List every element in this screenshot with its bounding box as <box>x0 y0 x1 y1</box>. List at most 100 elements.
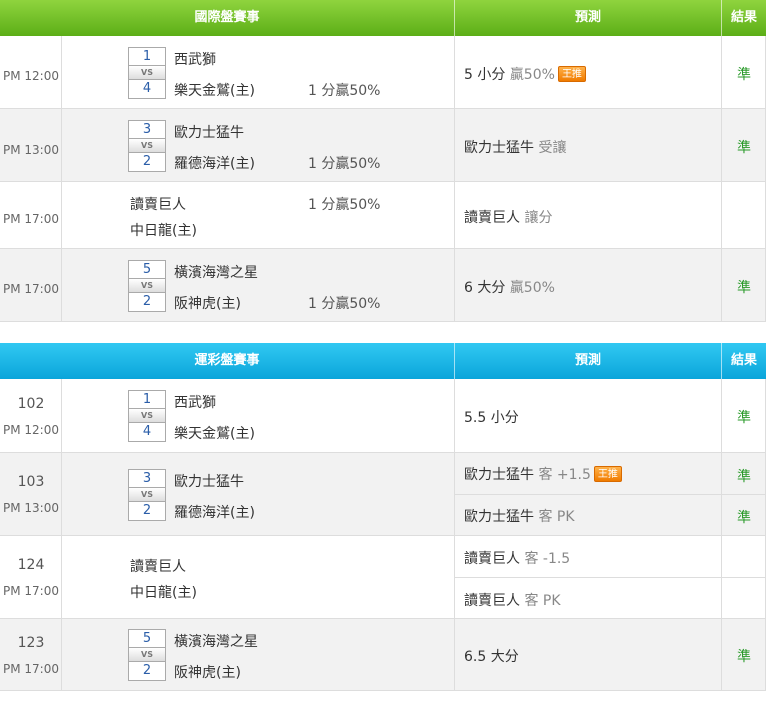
vs-label: VS <box>129 279 165 293</box>
vs-label: VS <box>129 488 165 502</box>
prediction: 讀賣巨人 讓分 <box>464 207 552 227</box>
prediction-detail: 客 PK <box>524 593 561 609</box>
top-pick-badge: 王推 <box>593 466 622 482</box>
prediction-pick: 讀賣巨人 <box>464 210 520 226</box>
result-mark: 準 <box>737 67 751 83</box>
prediction-detail: 受讓 <box>538 140 567 156</box>
table-row: 102 PM 12:00 1 VS 4 西武獅 樂天金鷲(主) 5.5 小分 準 <box>0 379 766 453</box>
away-team: 讀賣巨人 <box>130 559 186 575</box>
header-prediction: 預測 <box>455 343 722 379</box>
game-number: 103 <box>17 474 45 490</box>
home-team: 樂天金鷲(主) <box>174 83 255 99</box>
prediction-pick: 6.5 大分 <box>464 649 519 665</box>
away-score: 5 <box>129 630 165 648</box>
game-time: PM 17:00 <box>3 584 59 598</box>
top-pick-badge: 王推 <box>557 66 586 82</box>
prediction: 6 大分 贏50% <box>464 277 555 297</box>
prediction-pick: 5 小分 <box>464 67 506 83</box>
home-score: 2 <box>142 294 152 309</box>
home-team: 阪神虎(主) <box>174 296 241 312</box>
handicap-odds: 1 分贏50% <box>308 83 381 99</box>
prediction: 5.5 小分 <box>464 407 519 427</box>
score-box: 1 VS 4 <box>128 390 166 442</box>
game-number: 102 <box>17 396 45 412</box>
prediction-pick: 歐力士猛牛 <box>464 467 534 483</box>
score-box: 1 VS 4 <box>128 47 166 99</box>
divider <box>455 577 766 578</box>
game-time: PM 12:00 <box>3 69 59 83</box>
away-team: 橫濱海灣之星 <box>174 634 258 650</box>
handicap-odds: 1 分贏50% <box>308 197 381 213</box>
header-game: 國際盤賽事 <box>0 0 455 36</box>
vs-label: VS <box>129 648 165 662</box>
away-team: 歐力士猛牛 <box>174 474 244 490</box>
away-score: 5 <box>129 261 165 279</box>
game-number: 123 <box>17 635 45 651</box>
table-row: 103 PM 13:00 3 VS 2 歐力士猛牛 羅德海洋(主) 歐力士猛牛 … <box>0 453 766 536</box>
result-mark: 準 <box>737 280 751 296</box>
game-time: PM 13:00 <box>3 501 59 515</box>
table-row: PM 17:00 5 VS 2 橫濱海灣之星 阪神虎(主) 1 分贏50% 6 … <box>0 249 766 322</box>
international-table-header: 國際盤賽事 預測 結果 <box>0 0 766 36</box>
home-team: 阪神虎(主) <box>174 665 241 681</box>
home-score: 2 <box>142 503 152 518</box>
away-score: 3 <box>129 121 165 139</box>
divider <box>455 494 766 495</box>
away-team: 歐力士猛牛 <box>174 125 244 141</box>
header-result: 結果 <box>730 10 757 25</box>
result-mark: 準 <box>737 140 751 156</box>
prediction-detail: 客 +1.5 <box>538 467 591 483</box>
away-team: 西武獅 <box>174 395 216 411</box>
table-row: 123 PM 17:00 5 VS 2 橫濱海灣之星 阪神虎(主) 6.5 大分… <box>0 619 766 691</box>
prediction-detail: 客 -1.5 <box>524 551 571 567</box>
international-games-table: 國際盤賽事 預測 結果 PM 12:00 1 VS 4 西武獅 樂天金鷲(主) … <box>0 0 766 322</box>
home-score: 4 <box>142 424 152 439</box>
away-score: 3 <box>129 470 165 488</box>
home-team: 中日龍(主) <box>130 223 197 239</box>
prediction: 5 小分 贏50% 王推 <box>464 64 586 84</box>
prediction-detail: 贏50% <box>509 280 555 296</box>
vs-label: VS <box>129 139 165 153</box>
away-team: 讀賣巨人 <box>130 197 186 213</box>
result-mark: 準 <box>737 410 751 426</box>
home-score: 2 <box>142 663 152 678</box>
game-time: PM 12:00 <box>3 423 59 437</box>
prediction-pick: 歐力士猛牛 <box>464 140 534 156</box>
score-box: 3 VS 2 <box>128 469 166 521</box>
prediction-pick: 5.5 小分 <box>464 410 519 426</box>
handicap-odds: 1 分贏50% <box>308 156 381 172</box>
result-mark: 準 <box>737 649 751 665</box>
vs-label: VS <box>129 66 165 80</box>
score-box: 5 VS 2 <box>128 260 166 312</box>
home-score: 4 <box>142 81 152 96</box>
home-team: 樂天金鷲(主) <box>174 426 255 442</box>
prediction-detail: 客 PK <box>538 509 575 525</box>
header-prediction: 預測 <box>455 0 722 36</box>
home-team: 中日龍(主) <box>130 585 197 601</box>
prediction-detail: 讓分 <box>524 210 553 226</box>
prediction: 歐力士猛牛 受讓 <box>464 137 566 157</box>
vs-label: VS <box>129 409 165 423</box>
prediction-pick: 讀賣巨人 <box>464 551 520 567</box>
prediction-pick: 6 大分 <box>464 280 506 296</box>
result-mark: 準 <box>737 469 751 485</box>
header-result: 結果 <box>730 353 757 368</box>
table-row: 124 PM 17:00 讀賣巨人 中日龍(主) 讀賣巨人 客 -1.5 讀賣巨… <box>0 536 766 619</box>
prediction-pick: 讀賣巨人 <box>464 593 520 609</box>
away-score: 1 <box>129 48 165 66</box>
prediction-detail: 贏50% <box>509 67 555 83</box>
away-team: 西武獅 <box>174 52 216 68</box>
game-time: PM 17:00 <box>3 282 59 296</box>
score-box: 5 VS 2 <box>128 629 166 681</box>
home-team: 羅德海洋(主) <box>174 156 255 172</box>
table-row: PM 12:00 1 VS 4 西武獅 樂天金鷲(主) 1 分贏50% 5 小分… <box>0 36 766 109</box>
prediction: 6.5 大分 <box>464 646 519 666</box>
home-score: 2 <box>142 154 152 169</box>
game-time: PM 13:00 <box>3 143 59 157</box>
table-row: PM 17:00 讀賣巨人 中日龍(主) 1 分贏50% 讀賣巨人 讓分 <box>0 182 766 249</box>
prediction: 歐力士猛牛 客 PK <box>464 506 575 526</box>
prediction-pick: 歐力士猛牛 <box>464 509 534 525</box>
game-time: PM 17:00 <box>3 212 59 226</box>
handicap-odds: 1 分贏50% <box>308 296 381 312</box>
result-mark: 準 <box>737 510 751 526</box>
